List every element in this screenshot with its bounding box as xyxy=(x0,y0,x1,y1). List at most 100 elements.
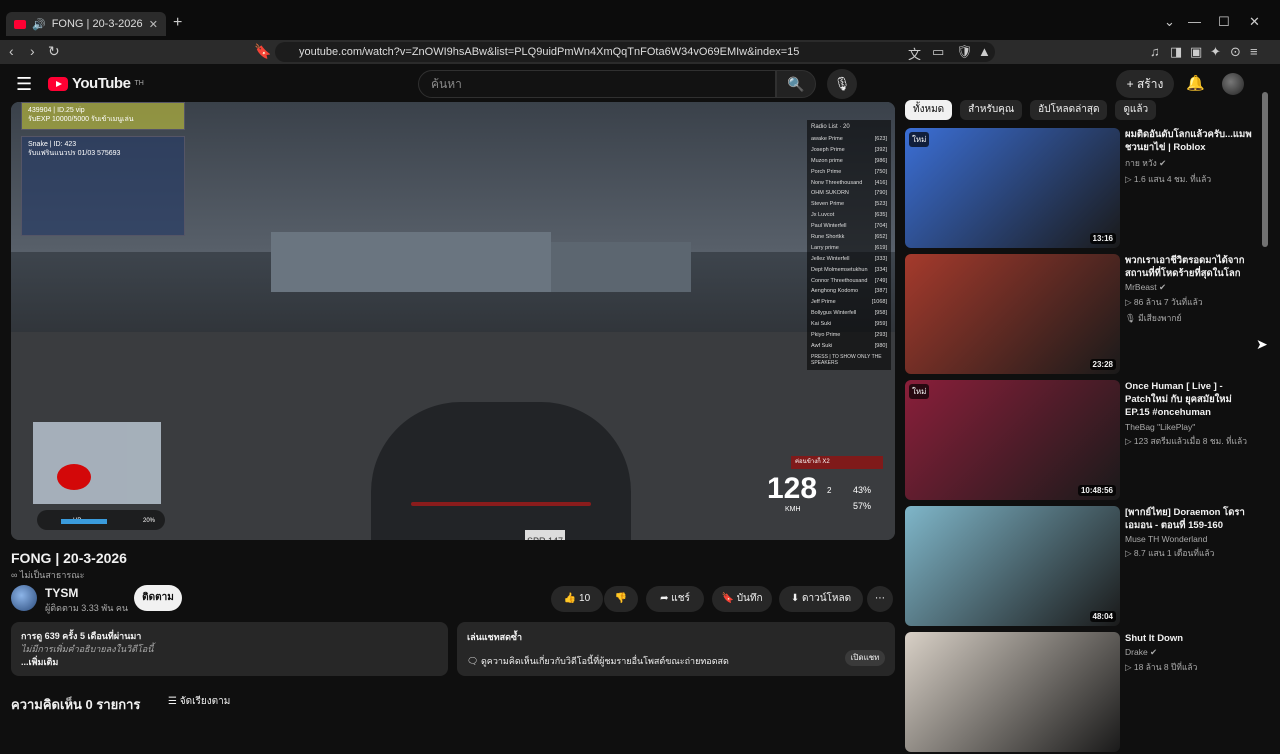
wallet-icon[interactable]: ▣ xyxy=(1190,44,1202,60)
vpn-icon[interactable]: ⊙ xyxy=(1230,44,1241,60)
radio-row-value: [750] xyxy=(874,168,887,175)
video-thumbnail[interactable]: 48:04 xyxy=(905,506,1120,626)
recommended-video[interactable]: ใหม่ 10:48:56 Once Human [ Live ] - Patchใ… xyxy=(905,380,1255,502)
reload-icon[interactable]: ↻ xyxy=(48,43,60,60)
video-title-link[interactable]: พวกเราเอาชีวิตรอดมาได้จากสถานที่ที่โหดร้… xyxy=(1125,254,1253,280)
video-thumbnail[interactable] xyxy=(905,632,1120,752)
account-avatar[interactable] xyxy=(1222,73,1244,95)
like-button[interactable]: 👍 10 xyxy=(551,586,603,612)
video-channel[interactable]: MrBeast ✔ xyxy=(1125,282,1253,293)
translate-icon[interactable]: 文 xyxy=(908,44,921,63)
search-input[interactable]: ค้นหา xyxy=(418,70,776,98)
radio-row-value: [704] xyxy=(874,223,887,230)
filter-chip[interactable]: ดูแล้ว xyxy=(1115,100,1157,120)
filter-chip[interactable]: อัปโหลดล่าสุด xyxy=(1030,100,1108,120)
mouse-cursor-icon: ➤ xyxy=(1256,336,1268,352)
radio-row-name: Pkiyo Prime xyxy=(811,332,841,339)
video-thumbnail[interactable]: ใหม่ 13:16 xyxy=(905,128,1120,248)
video-title-link[interactable]: Once Human [ Live ] - Patchใหม่ กับ ยุคส… xyxy=(1125,380,1253,420)
tab-close-icon[interactable]: ✕ xyxy=(149,18,158,31)
search-button[interactable]: 🔍 xyxy=(776,70,816,98)
filter-chip[interactable]: ทั้งหมด xyxy=(905,100,953,120)
voice-search-button[interactable]: 🎙 xyxy=(827,69,857,99)
maximize-button[interactable]: ☐ xyxy=(1218,14,1230,30)
bookmark-icon[interactable]: 🔖 xyxy=(254,43,271,60)
dislike-button[interactable]: 👎 xyxy=(604,586,638,612)
radio-row-name: Aenghong Kodomo xyxy=(811,288,859,295)
hud-reward-panel: Snake | ID: 423 รับแฟรินแนวปร 01/03 5756… xyxy=(21,136,185,236)
video-title-link[interactable]: [พากย์ไทย] Doraemon โดราเอมอน - ตอนที่ 1… xyxy=(1125,506,1253,532)
download-label: ดาวน์โหลด xyxy=(802,593,852,604)
recommended-video[interactable]: ใหม่ 13:16 ผมติดอันดับโลกแล้วครับ...แมพชวน… xyxy=(905,128,1255,250)
video-player[interactable]: SPR 147 439904 | ID.25 vip รับEXP 10000/… xyxy=(11,102,895,540)
radio-rows: awake Prime [623] Joseph Prime [392] Muzon p… xyxy=(811,134,887,352)
channel-name[interactable]: TYSM xyxy=(45,586,78,600)
show-more-link[interactable]: ...เพิ่มเติม xyxy=(21,656,438,669)
speaker-icon: 🔊 xyxy=(32,18,46,31)
browser-tab[interactable]: 🔊 FONG | 20-3-2026 - YouTube ✕ xyxy=(6,12,166,36)
share-button[interactable]: ➦ แชร์ xyxy=(646,586,704,612)
page-scrollbar[interactable] xyxy=(1262,92,1268,247)
recommended-video[interactable]: Shut It Down Drake ✔ ▷ 18 ล้าน 8 ปีที่แล้ว xyxy=(905,632,1255,754)
video-channel[interactable]: กาย หวัง ✔ xyxy=(1125,156,1253,170)
more-actions-button[interactable]: ⋯ xyxy=(867,586,893,612)
channel-avatar[interactable] xyxy=(11,585,37,611)
game-building xyxy=(271,232,551,292)
radio-row: Kai Suki [959] xyxy=(811,319,887,330)
video-title-link[interactable]: ผมติดอันดับโลกแล้วครับ...แมพชวนยาไข่ | R… xyxy=(1125,128,1253,154)
thumbs-up-icon: 👍 xyxy=(563,593,577,604)
sidebar-icon[interactable]: ◨ xyxy=(1170,44,1182,60)
video-thumbnail[interactable]: 23:28 xyxy=(905,254,1120,374)
hud-gear: 2 xyxy=(827,486,832,495)
radio-footer: PRESS | TO SHOW ONLY THE SPEAKERS xyxy=(811,353,882,366)
thumbs-down-icon: 👎 xyxy=(614,593,628,604)
radio-row-name: Porch Prime xyxy=(811,168,842,175)
radio-row-value: [790] xyxy=(874,190,887,197)
video-duration: 10:48:56 xyxy=(1077,485,1116,496)
forward-icon[interactable]: › xyxy=(30,43,35,59)
radio-row-value: [959] xyxy=(874,321,887,328)
video-meta: Shut It Down Drake ✔ ▷ 18 ล้าน 8 ปีที่แล้ว xyxy=(1125,632,1253,674)
video-channel[interactable]: Drake ✔ xyxy=(1125,647,1253,658)
media-icon[interactable]: ♫ xyxy=(1150,44,1160,59)
video-views: ▷ 8.7 แสน 1 เดือนที่แล้ว xyxy=(1125,548,1215,558)
video-title: FONG | 20-3-2026 xyxy=(11,550,127,566)
save-button[interactable]: 🔖 บันทึก xyxy=(712,586,772,612)
minimize-button[interactable]: — xyxy=(1188,14,1201,29)
video-meta: [พากย์ไทย] Doraemon โดราเอมอน - ตอนที่ 1… xyxy=(1125,506,1253,560)
search-icon: 🔍 xyxy=(787,76,805,92)
video-channel[interactable]: TheBag "LikePlay" xyxy=(1125,422,1253,432)
create-button[interactable]: + สร้าง xyxy=(1116,70,1174,98)
description-box[interactable]: การดู 639 ครั้ง 5 เดือนที่ผ่านมา ไม่มีกา… xyxy=(11,622,448,676)
close-window-button[interactable]: ✕ xyxy=(1249,14,1260,30)
cast-icon[interactable]: ▭ xyxy=(932,44,944,60)
menu-icon[interactable]: ≡ xyxy=(1250,44,1258,59)
back-icon[interactable]: ‹ xyxy=(9,43,14,59)
filter-chip[interactable]: สำหรับคุณ xyxy=(960,100,1023,120)
new-tab-button[interactable]: + xyxy=(173,14,182,32)
video-thumbnail[interactable]: ใหม่ 10:48:56 xyxy=(905,380,1120,500)
tab-list-dropdown-icon[interactable]: ⌄ xyxy=(1164,14,1175,30)
brave-shield-icon[interactable]: 🛡 xyxy=(956,44,973,60)
subscribe-button[interactable]: ติดตาม xyxy=(134,585,182,611)
youtube-logo[interactable]: YouTube TH xyxy=(48,75,144,92)
video-channel[interactable]: Muse TH Wonderland xyxy=(1125,534,1253,544)
open-chat-button[interactable]: เปิดแชท xyxy=(845,650,885,666)
recommended-video[interactable]: 48:04 [พากย์ไทย] Doraemon โดราเอมอน - ตอน… xyxy=(905,506,1255,628)
hamburger-menu-icon[interactable]: ☰ xyxy=(16,75,32,93)
car-plate: SPR 147 xyxy=(525,530,565,540)
brave-rewards-icon[interactable]: ▲ xyxy=(978,44,991,59)
comments-count: ความคิดเห็น 0 รายการ xyxy=(11,697,141,712)
notifications-bell-icon[interactable]: 🔔 xyxy=(1186,74,1205,92)
video-title-link[interactable]: Shut It Down xyxy=(1125,632,1253,645)
radio-row-name: Jeff Prime xyxy=(811,299,836,306)
radio-row-value: [293] xyxy=(874,332,887,339)
radio-row: Muzon prime [986] xyxy=(811,156,887,167)
address-bar[interactable]: youtube.com/watch?v=ZnOWI9hsABw&list=PLQ… xyxy=(275,42,995,62)
download-button[interactable]: ⬇ ดาวน์โหลด xyxy=(779,586,863,612)
video-views: ▷ 1.6 แสน 4 ชม. ที่แล้ว xyxy=(1125,174,1212,184)
sort-comments-button[interactable]: ☰ จัดเรียงตาม xyxy=(168,694,230,709)
leo-icon[interactable]: ✦ xyxy=(1210,44,1221,60)
recommended-video[interactable]: 23:28 พวกเราเอาชีวิตรอดมาได้จากสถานที่ที่… xyxy=(905,254,1255,376)
video-views: ▷ 123 สตรีมแล้วเมื่อ 8 ชม. ที่แล้ว xyxy=(1125,436,1248,446)
